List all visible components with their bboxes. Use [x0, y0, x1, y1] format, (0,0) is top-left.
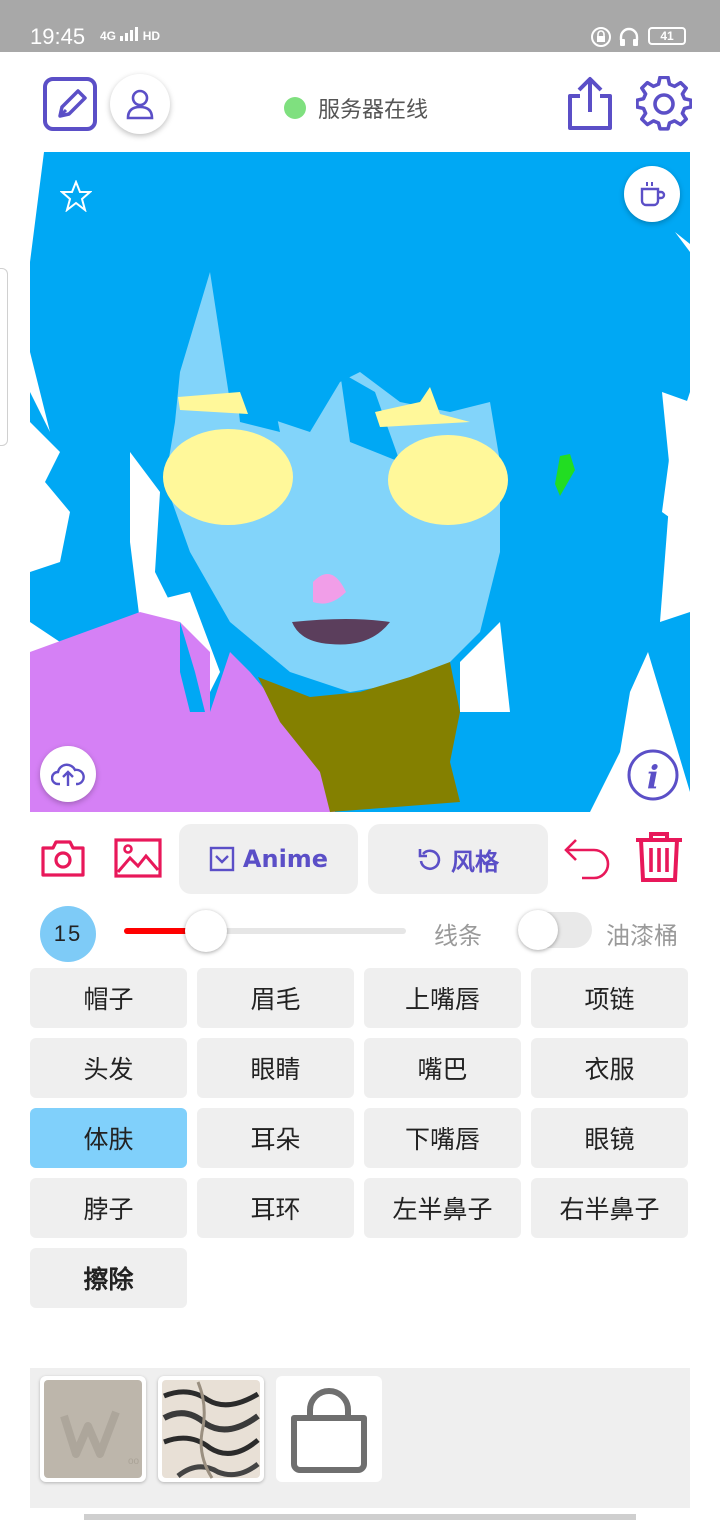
zebra-style-thumb [162, 1380, 260, 1479]
part-chip[interactable]: 擦除 [30, 1248, 187, 1308]
dropdown-box-icon [209, 846, 235, 872]
bucket-toggle-thumb[interactable] [518, 910, 558, 950]
part-chip[interactable]: 头发 [30, 1038, 187, 1098]
part-chip[interactable]: 体肤 [30, 1108, 187, 1168]
style-thumb-watermark[interactable]: oo [40, 1376, 146, 1482]
camera-icon [41, 840, 85, 877]
part-chip[interactable]: 上嘴唇 [364, 968, 521, 1028]
server-status-dot [284, 97, 306, 119]
user-button[interactable] [110, 74, 170, 134]
signal-icon [120, 27, 139, 41]
part-chip[interactable]: 帽子 [30, 968, 187, 1028]
part-chip[interactable]: 耳朵 [197, 1108, 354, 1168]
upload-button[interactable] [40, 746, 96, 802]
network-type: 4G [100, 29, 117, 43]
info-icon: i [627, 749, 679, 801]
network-indicator: 4G HD [100, 26, 160, 43]
sketch-drawing [30, 152, 690, 812]
style-shop-button[interactable] [276, 1376, 382, 1482]
trash-icon [636, 832, 682, 882]
part-chip[interactable]: 眉毛 [197, 968, 354, 1028]
camera-button[interactable] [40, 838, 86, 878]
share-button[interactable] [566, 76, 614, 132]
top-bar: 服务器在线 [0, 52, 720, 152]
headphones-icon [619, 27, 639, 46]
upload-cloud-icon [51, 763, 85, 786]
coffee-icon [640, 182, 666, 207]
user-icon [126, 89, 154, 120]
svg-text:i: i [647, 758, 659, 796]
part-chip[interactable]: 眼镜 [531, 1108, 688, 1168]
anime-model-button[interactable]: Anime [179, 824, 358, 894]
drawing-canvas[interactable]: i [30, 152, 690, 812]
part-chip[interactable]: 嘴巴 [364, 1038, 521, 1098]
undo-icon [564, 839, 610, 880]
clear-button[interactable] [634, 830, 684, 884]
bottom-tab-strip [84, 1514, 636, 1520]
settings-button[interactable] [636, 76, 692, 132]
tool-row: Anime 风格 [0, 822, 720, 894]
brush-settings-row: 15 线条 油漆桶 [0, 900, 720, 964]
edit-button[interactable] [42, 76, 98, 132]
style-thumbnails-panel: oo [30, 1368, 690, 1508]
image-icon [114, 838, 162, 878]
part-chip[interactable]: 左半鼻子 [364, 1178, 521, 1238]
part-chip[interactable]: 下嘴唇 [364, 1108, 521, 1168]
part-chip[interactable]: 项链 [531, 968, 688, 1028]
status-bar: 19:45 4G HD 41 [0, 0, 720, 52]
part-chip[interactable]: 衣服 [531, 1038, 688, 1098]
coffee-button[interactable] [624, 166, 680, 222]
line-mode-label: 线条 [434, 922, 482, 950]
style-button[interactable]: 风格 [368, 824, 548, 894]
share-icon [568, 77, 612, 130]
shop-bag-icon [291, 1388, 367, 1473]
part-chip[interactable]: 右半鼻子 [531, 1178, 688, 1238]
hd-indicator: HD [142, 29, 161, 43]
style-label: 风格 [451, 847, 499, 876]
side-drawer-handle[interactable] [0, 268, 8, 446]
gallery-button[interactable] [114, 838, 162, 878]
style-thumb-zebra[interactable] [158, 1376, 264, 1482]
status-time: 19:45 [30, 24, 86, 49]
refresh-icon [418, 849, 441, 871]
edit-icon [43, 77, 97, 131]
battery-indicator: 41 [648, 27, 686, 45]
part-chip[interactable]: 眼睛 [197, 1038, 354, 1098]
star-icon[interactable] [60, 180, 92, 212]
info-button[interactable]: i [626, 748, 680, 802]
lock-rotation-icon [591, 27, 611, 47]
anime-model-label: Anime [242, 845, 329, 873]
server-status: 服务器在线 [284, 92, 428, 124]
part-chip[interactable]: 脖子 [30, 1178, 187, 1238]
svg-text:oo: oo [128, 1456, 140, 1467]
brush-size-slider-thumb[interactable] [184, 910, 227, 952]
brush-size-value: 15 [40, 906, 96, 962]
bucket-mode-label: 油漆桶 [606, 922, 678, 950]
watermark-style-thumb: oo [44, 1380, 142, 1478]
part-chip[interactable]: 耳环 [197, 1178, 354, 1238]
undo-button[interactable] [562, 832, 614, 882]
server-status-text: 服务器在线 [318, 98, 429, 123]
settings-icon [636, 76, 692, 131]
